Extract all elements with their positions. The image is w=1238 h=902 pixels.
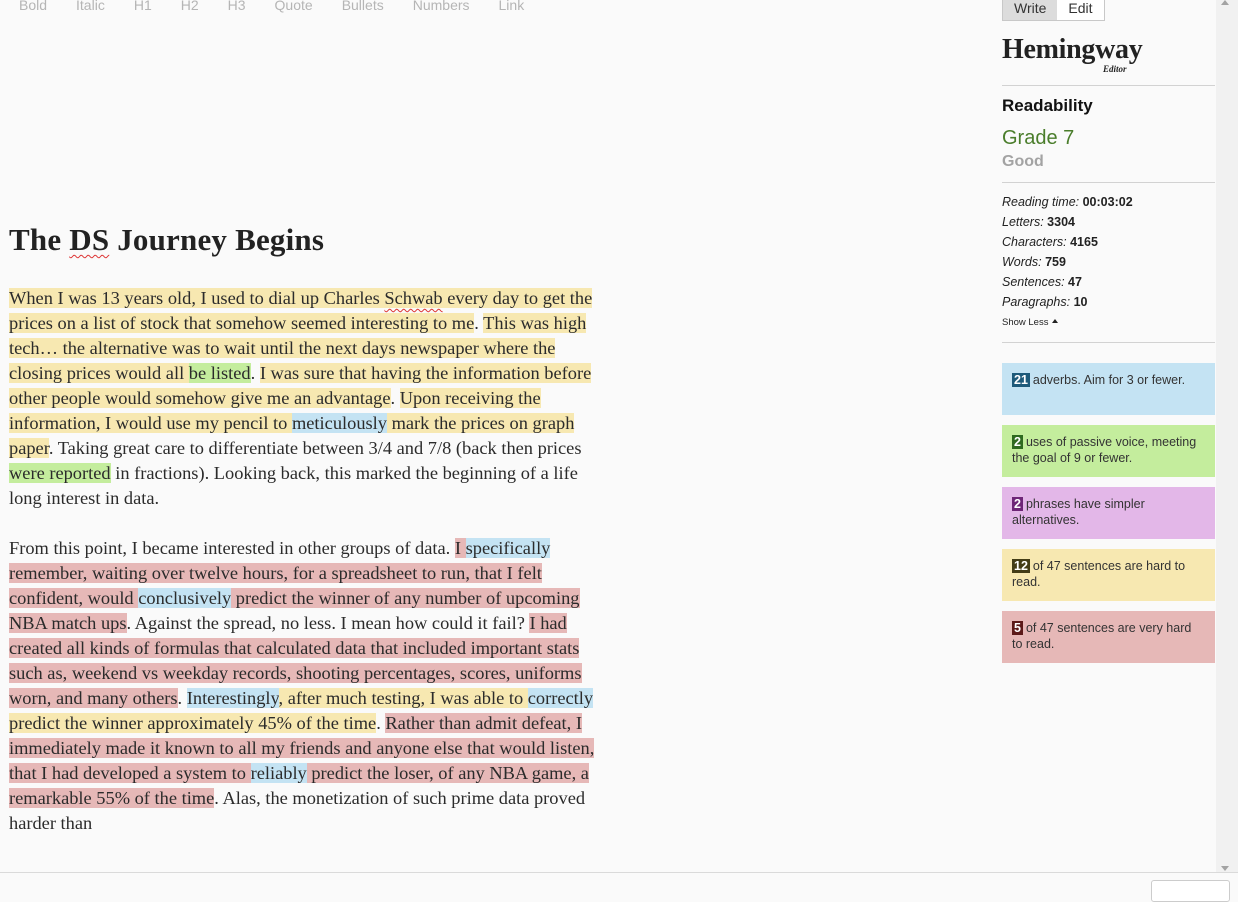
adverbs-count: 21 — [1012, 373, 1030, 387]
text-segment: . — [376, 713, 386, 733]
sentences-stat: Sentences: 47 — [1002, 272, 1133, 292]
scrollbar[interactable] — [1216, 0, 1238, 872]
stat-value: 759 — [1045, 255, 1066, 269]
stat-label: Characters: — [1002, 235, 1067, 249]
logo-subtitle: Editor — [1103, 64, 1127, 74]
adverb-highlight: Interestingly — [186, 688, 279, 708]
hard-text: of 47 sentences are hard to read. — [1012, 559, 1186, 589]
bottom-divider — [0, 872, 1238, 873]
bullets-button[interactable]: Bullets — [342, 0, 398, 16]
adverb-highlight: correctly — [527, 688, 594, 708]
text-segment: . Against the spread, no less. I mean ho… — [126, 613, 530, 633]
text-segment: . — [250, 363, 260, 383]
hard-sentence-highlight: When I was 13 years old, I used to dial … — [9, 288, 385, 308]
write-mode-button[interactable]: Write — [1003, 0, 1058, 20]
divider — [1002, 182, 1215, 183]
h2-button[interactable]: H2 — [181, 0, 213, 16]
stats-list: Reading time: 00:03:02 Letters: 3304 Cha… — [1002, 192, 1133, 312]
divider — [1002, 342, 1215, 343]
quote-button[interactable]: Quote — [275, 0, 327, 16]
mode-switch: Write Edit — [1002, 0, 1105, 21]
paragraph-1[interactable]: When I was 13 years old, I used to dial … — [9, 286, 599, 511]
text-segment: . — [474, 313, 484, 333]
show-less-toggle[interactable]: Show Less — [1002, 317, 1059, 328]
stat-value: 4165 — [1070, 235, 1098, 249]
passive-text: uses of passive voice, meeting the goal … — [1012, 435, 1197, 465]
grade-description: Good — [1002, 153, 1044, 170]
hemingway-logo: Hemingway — [1002, 34, 1143, 65]
numbers-button[interactable]: Numbers — [413, 0, 484, 16]
very-hard-sentences-card[interactable]: 5 of 47 sentences are very hard to read. — [1002, 611, 1215, 663]
stat-label: Sentences: — [1002, 275, 1065, 289]
scroll-down-icon[interactable] — [1221, 866, 1229, 871]
adverb-highlight: conclusively — [138, 588, 232, 608]
reading-time-stat: Reading time: 00:03:02 — [1002, 192, 1133, 212]
spelling-error-word: DS — [69, 222, 110, 257]
adverbs-text: adverbs. Aim for 3 or fewer. — [1032, 373, 1186, 387]
stat-label: Paragraphs: — [1002, 295, 1071, 309]
passive-voice-card[interactable]: 2 uses of passive voice, meeting the goal… — [1002, 425, 1215, 477]
stat-label: Reading time: — [1002, 195, 1080, 209]
stat-value: 10 — [1073, 295, 1088, 309]
hard-sentence-highlight: predict the winner approximately 45% of … — [9, 713, 377, 733]
passive-count: 2 — [1012, 435, 1023, 449]
stat-label: Letters: — [1002, 215, 1044, 229]
simpler-text: phrases have simpler alternatives. — [1012, 497, 1145, 527]
title-prefix: The — [9, 222, 70, 257]
title-suffix: Journey Begins — [109, 222, 325, 257]
letters-stat: Letters: 3304 — [1002, 212, 1133, 232]
simpler-count: 2 — [1012, 497, 1023, 511]
h1-button[interactable]: H1 — [134, 0, 166, 16]
simpler-alternatives-card[interactable]: 2 phrases have simpler alternatives. — [1002, 487, 1215, 539]
spelling-error-word: Schwab — [384, 288, 443, 308]
passive-voice-highlight: be listed — [188, 363, 251, 383]
editor-area[interactable]: The DS Journey Begins When I was 13 year… — [9, 208, 599, 872]
stat-value: 47 — [1068, 275, 1082, 289]
adverb-highlight: meticulously — [291, 413, 387, 433]
edit-mode-button[interactable]: Edit — [1057, 0, 1104, 20]
hard-sentences-card[interactable]: 12 of 47 sentences are hard to read. — [1002, 549, 1215, 601]
adverbs-card[interactable]: 21 adverbs. Aim for 3 or fewer. — [1002, 363, 1215, 415]
text-segment: . — [390, 388, 400, 408]
stat-value: 00:03:02 — [1082, 195, 1133, 209]
passive-voice-highlight: were reported — [9, 463, 111, 483]
readability-heading: Readability — [1002, 96, 1093, 115]
stat-value: 3304 — [1047, 215, 1075, 229]
caret-up-icon — [1052, 319, 1059, 323]
adverb-highlight: reliably — [250, 763, 307, 783]
text-segment: . — [177, 688, 187, 708]
show-less-label: Show Less — [1002, 317, 1049, 328]
link-button[interactable]: Link — [499, 0, 539, 16]
bold-button[interactable]: Bold — [19, 0, 61, 16]
paragraphs-stat: Paragraphs: 10 — [1002, 292, 1133, 312]
divider — [1002, 85, 1215, 86]
very-hard-text: of 47 sentences are very hard to read. — [1012, 621, 1192, 651]
bottom-corner-button[interactable] — [1151, 880, 1230, 902]
very-hard-count: 5 — [1012, 621, 1023, 635]
text-segment: From this point, I became interested in … — [9, 538, 455, 558]
h3-button[interactable]: H3 — [228, 0, 260, 16]
grade-level: Grade 7 — [1002, 127, 1075, 149]
hard-sentence-highlight: , after much testing, I was able to — [278, 688, 528, 708]
text-segment: . Taking great care to differentiate bet… — [48, 438, 582, 458]
paragraph-2[interactable]: From this point, I became interested in … — [9, 536, 599, 836]
formatting-toolbar: Bold Italic H1 H2 H3 Quote Bullets Numbe… — [0, 0, 553, 16]
stat-label: Words: — [1002, 255, 1042, 269]
adverb-highlight: specifically — [465, 538, 551, 558]
scroll-up-icon[interactable] — [1221, 0, 1229, 5]
words-stat: Words: 759 — [1002, 252, 1133, 272]
italic-button[interactable]: Italic — [76, 0, 119, 16]
hard-count: 12 — [1012, 559, 1030, 573]
document-title[interactable]: The DS Journey Begins — [9, 220, 599, 260]
characters-stat: Characters: 4165 — [1002, 232, 1133, 252]
very-hard-sentence-highlight: I — [454, 538, 466, 558]
